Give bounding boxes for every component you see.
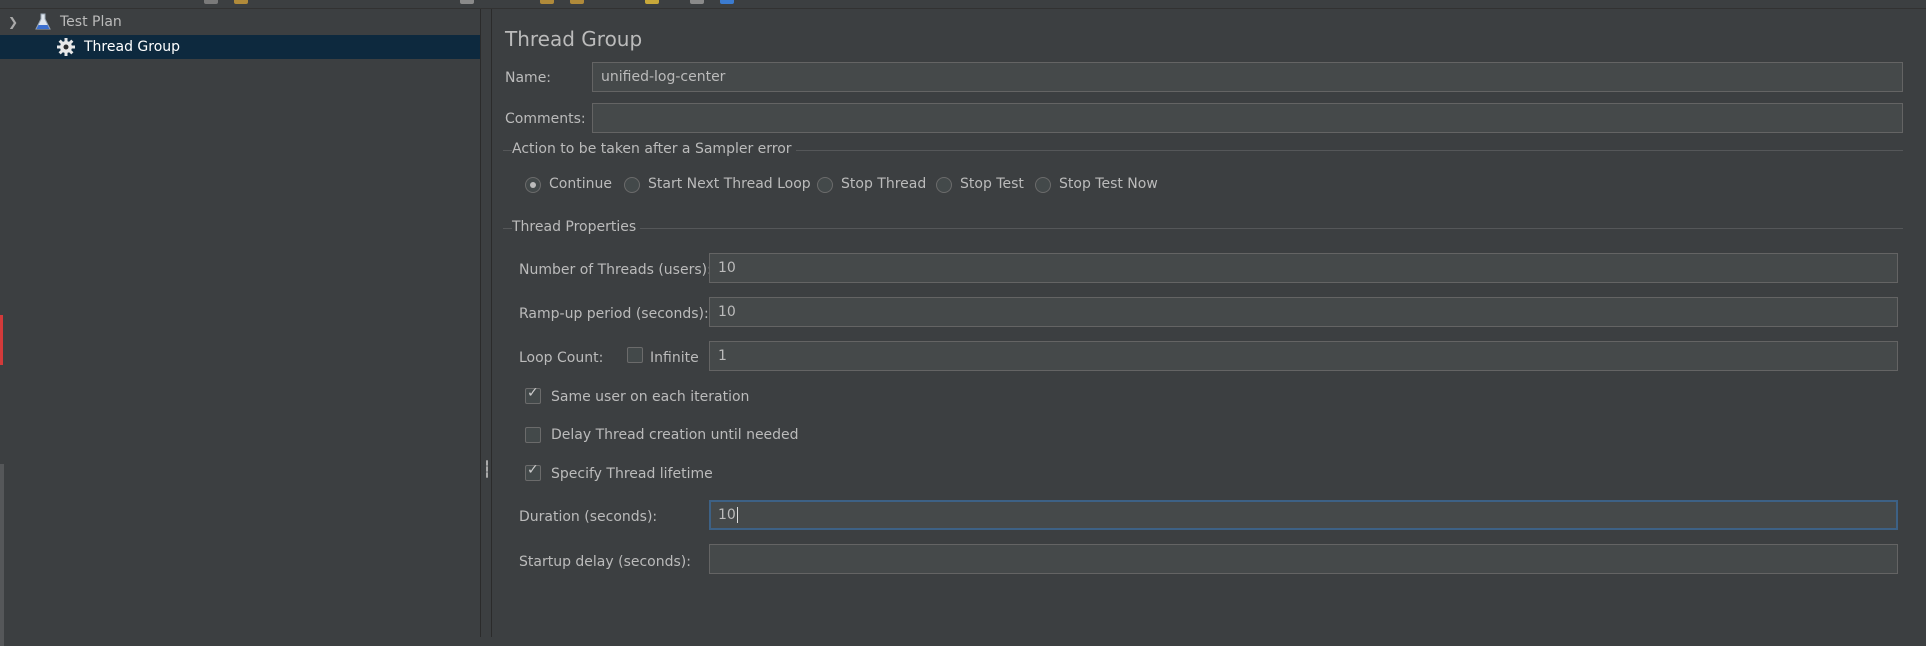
- side-strip: [0, 464, 4, 646]
- delay-creation-checkbox[interactable]: [525, 427, 541, 443]
- startup-delay-label: Startup delay (seconds):: [519, 554, 691, 570]
- tree-item-test-plan[interactable]: ❯ Test Plan: [0, 10, 480, 34]
- radio-stop-test-now[interactable]: [1035, 177, 1051, 193]
- specify-lifetime-label[interactable]: Specify Thread lifetime: [551, 466, 713, 482]
- radio-stop-test[interactable]: [936, 177, 952, 193]
- toolbar-button-icon[interactable]: [234, 0, 248, 4]
- toolbar-button-icon[interactable]: [645, 0, 659, 4]
- sampler-error-title: Action to be taken after a Sampler error: [512, 141, 796, 157]
- thread-properties-title: Thread Properties: [512, 219, 641, 235]
- same-user-label[interactable]: Same user on each iteration: [551, 389, 749, 405]
- toolbar-button-icon[interactable]: [690, 0, 704, 4]
- infinite-checkbox[interactable]: [627, 347, 643, 363]
- radio-stop-thread[interactable]: [817, 177, 833, 193]
- radio-stop-thread-label[interactable]: Stop Thread: [841, 176, 926, 192]
- num-threads-label: Number of Threads (users):: [519, 262, 712, 278]
- toolbar: [0, 0, 1926, 9]
- duration-field[interactable]: 10: [709, 500, 1898, 530]
- num-threads-field[interactable]: 10: [709, 253, 1898, 283]
- toolbar-button-icon[interactable]: [570, 0, 584, 4]
- tree-item-thread-group[interactable]: Thread Group: [0, 35, 480, 59]
- ramp-up-field[interactable]: 10: [709, 297, 1898, 327]
- ramp-up-label: Ramp-up period (seconds):: [519, 306, 709, 322]
- same-user-checkbox[interactable]: ✓: [525, 385, 541, 404]
- radio-continue-label[interactable]: Continue: [549, 176, 612, 192]
- radio-dot: [530, 182, 536, 188]
- radio-stop-test-label[interactable]: Stop Test: [960, 176, 1024, 192]
- chevron-down-icon[interactable]: ❯: [8, 10, 18, 34]
- text-caret: [736, 507, 738, 523]
- toolbar-button-icon[interactable]: [720, 0, 734, 4]
- toolbar-button-icon[interactable]: [540, 0, 554, 4]
- toolbar-button-icon[interactable]: [204, 0, 218, 4]
- radio-stop-test-now-label[interactable]: Stop Test Now: [1059, 176, 1158, 192]
- comments-label: Comments:: [505, 111, 586, 127]
- panel-splitter[interactable]: [480, 9, 492, 637]
- loop-count-label: Loop Count:: [519, 350, 604, 366]
- gear-icon: [57, 38, 75, 56]
- specify-lifetime-checkbox[interactable]: ✓: [525, 462, 541, 481]
- infinite-label[interactable]: Infinite: [650, 350, 699, 366]
- thread-properties-divider: [503, 228, 1903, 229]
- thread-group-panel: Thread Group Name: unified-log-center Co…: [492, 9, 1926, 637]
- duration-value: 10: [718, 507, 736, 523]
- name-field[interactable]: unified-log-center: [592, 62, 1903, 92]
- comments-field[interactable]: [592, 103, 1903, 133]
- flask-icon: [35, 13, 51, 30]
- error-indicator: [0, 315, 3, 365]
- tree-item-label: Thread Group: [84, 39, 181, 55]
- radio-start-next-thread-loop-label[interactable]: Start Next Thread Loop: [648, 176, 811, 192]
- radio-continue[interactable]: [525, 177, 541, 193]
- check-icon: ✓: [527, 462, 539, 478]
- startup-delay-field[interactable]: [709, 544, 1898, 574]
- test-plan-tree: ❯ Test Plan Thread Group: [0, 9, 480, 646]
- page-title: Thread Group: [505, 27, 643, 51]
- tree-item-label: Test Plan: [60, 14, 122, 30]
- name-label: Name:: [505, 70, 552, 86]
- duration-label: Duration (seconds):: [519, 509, 658, 525]
- check-icon: ✓: [527, 385, 539, 401]
- splitter-grip-icon[interactable]: [486, 460, 488, 478]
- radio-start-next-thread-loop[interactable]: [624, 177, 640, 193]
- loop-count-field[interactable]: 1: [709, 341, 1898, 371]
- toolbar-button-icon[interactable]: [460, 0, 474, 4]
- delay-creation-label[interactable]: Delay Thread creation until needed: [551, 427, 799, 443]
